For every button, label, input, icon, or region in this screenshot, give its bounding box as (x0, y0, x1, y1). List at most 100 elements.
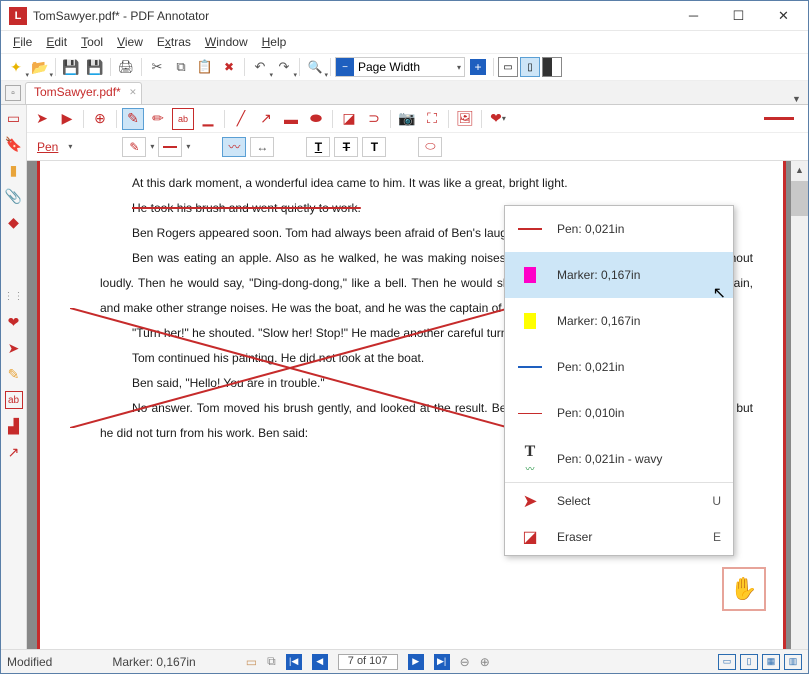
pressure-icon[interactable]: ⬭ (418, 137, 442, 157)
open-button[interactable]: 📂▾ (29, 56, 51, 78)
sb-heart-icon[interactable]: ❤ (5, 313, 23, 331)
copy-button[interactable]: ⧉ (170, 56, 192, 78)
pen-label[interactable]: Pen (37, 140, 58, 154)
rect-tool-icon[interactable]: ▬ (280, 108, 302, 130)
sb-layers-icon[interactable]: ◆ (5, 213, 23, 231)
layout-single[interactable]: ▭ (498, 57, 518, 77)
layout-continuous[interactable]: ▯ (520, 57, 540, 77)
favorites-tool-icon[interactable]: ❤▾ (487, 108, 509, 130)
zoom-value[interactable]: Page Width (354, 60, 454, 74)
textbox-tool-icon[interactable]: ab (172, 108, 194, 130)
sb-note-icon[interactable]: ▮ (5, 161, 23, 179)
image-tool-icon[interactable]: 🖼 (454, 108, 476, 130)
zoom-tool-icon[interactable]: ⊕ (89, 108, 111, 130)
page-number-field[interactable]: 7 of 107 (338, 654, 398, 670)
hand-tool-overlay[interactable]: ✋ (722, 567, 766, 611)
zoom-in-button[interactable]: + (467, 56, 489, 78)
popup-item-marker-yellow[interactable]: Marker: 0,167in (505, 298, 733, 344)
ellipse-tool-icon[interactable]: ⬬ (305, 108, 327, 130)
sb-attach-icon[interactable]: 📎 (5, 187, 23, 205)
view-mode-2[interactable]: ▯ (740, 654, 758, 670)
document-tab[interactable]: TomSawyer.pdf* ✕ (25, 82, 142, 104)
minimize-button[interactable]: ─ (671, 1, 716, 30)
pen-style-line[interactable]: ↔ (250, 137, 274, 157)
pen-tool-icon[interactable]: ✎ (122, 108, 144, 130)
sb-text-icon[interactable]: ab (5, 391, 23, 409)
popup-item-pen-wavy[interactable]: T〰 Pen: 0,021in - wavy (505, 436, 733, 482)
title-bar: L TomSawyer.pdf* - PDF Annotator ─ ☐ ✕ (1, 1, 808, 31)
close-button[interactable]: ✕ (761, 1, 806, 30)
text-strike-icon[interactable]: T (334, 137, 358, 157)
line-tool-icon[interactable]: ╱ (230, 108, 252, 130)
menu-view[interactable]: View (111, 33, 149, 51)
undo-button[interactable]: ↶▾ (249, 56, 271, 78)
select-tool2-icon[interactable]: ▶ (56, 108, 78, 130)
marker-tool-icon[interactable]: ✏ (147, 108, 169, 130)
text-underline-icon[interactable]: T (306, 137, 330, 157)
layout-two[interactable] (542, 57, 562, 77)
new-tab-button[interactable]: ▫ (5, 85, 21, 101)
paste-button[interactable]: 📋 (194, 56, 216, 78)
nav-back-icon[interactable]: ⊖ (460, 655, 470, 669)
view-mode-3[interactable]: ▦ (762, 654, 780, 670)
sb-page-icon[interactable]: ▭ (5, 109, 23, 127)
select-tool-icon[interactable]: ➤ (31, 108, 53, 130)
zoom-selector[interactable]: − Page Width ▾ (335, 57, 465, 77)
menu-file[interactable]: File (7, 33, 38, 51)
left-sidebar: ▭ 🔖 ▮ 📎 ◆ ⋮⋮ ❤ ➤ ✎ ab ▟ ↗ (1, 105, 27, 660)
save-as-button[interactable]: 💾 (84, 56, 106, 78)
delete-button[interactable]: ✖ (218, 56, 240, 78)
camera-tool-icon[interactable]: 📷 (396, 108, 418, 130)
menu-window[interactable]: Window (199, 33, 254, 51)
popup-item-pen-red[interactable]: Pen: 0,021in (505, 206, 733, 252)
menu-help[interactable]: Help (256, 33, 293, 51)
popup-item-marker-magenta[interactable]: Marker: 0,167in (505, 252, 733, 298)
menu-edit[interactable]: Edit (40, 33, 73, 51)
eraser-tool-icon[interactable]: ◪ (338, 108, 360, 130)
sb-cursor-icon[interactable]: ➤ (5, 339, 23, 357)
sb-arrow-icon[interactable]: ↗ (5, 443, 23, 461)
menu-extras[interactable]: Extras (151, 33, 197, 51)
view-mode-1[interactable]: ▭ (718, 654, 736, 670)
crop-tool-icon[interactable]: ⛶ (421, 108, 443, 130)
redo-button[interactable]: ↷▾ (273, 56, 295, 78)
text-wavy-icon[interactable]: T (362, 137, 386, 157)
nav-prev-button[interactable]: ◀ (312, 654, 328, 670)
popup-item-select[interactable]: ➤ Select U (505, 483, 733, 519)
pen-width-picker[interactable] (158, 137, 182, 157)
nav-first-button[interactable]: |◀ (286, 654, 302, 670)
lasso-tool-icon[interactable]: ⊃ (363, 108, 385, 130)
maximize-button[interactable]: ☐ (716, 1, 761, 30)
tab-overflow-button[interactable]: ▼ (792, 94, 808, 104)
status-copy-icon[interactable]: ⧉ (267, 654, 276, 669)
nav-next-button[interactable]: ▶ (408, 654, 424, 670)
zoom-out-icon[interactable]: − (336, 58, 354, 76)
popup-item-pen-blue[interactable]: Pen: 0,021in (505, 344, 733, 390)
sb-dots-icon[interactable]: ⋮⋮ (5, 287, 23, 305)
scroll-up-icon[interactable]: ▲ (791, 161, 808, 178)
pen-color-picker[interactable]: ✎ (122, 137, 146, 157)
popup-item-pen-thin[interactable]: Pen: 0,010in (505, 390, 733, 436)
save-button[interactable]: 💾 (60, 56, 82, 78)
arrow-tool-icon[interactable]: ↗ (255, 108, 277, 130)
nav-last-button[interactable]: ▶| (434, 654, 450, 670)
scroll-thumb[interactable] (791, 181, 808, 216)
sb-stamp-icon[interactable]: ▟ (5, 417, 23, 435)
underline-tool-icon[interactable]: ▁ (197, 108, 219, 130)
search-button[interactable]: 🔍▾ (304, 56, 326, 78)
menu-tool[interactable]: Tool (75, 33, 109, 51)
view-mode-4[interactable]: ▥ (784, 654, 802, 670)
sb-pencil-icon[interactable]: ✎ (5, 365, 23, 383)
popup-item-eraser[interactable]: ◪ Eraser E (505, 519, 733, 555)
vertical-scrollbar[interactable]: ▲ ▼ (791, 161, 808, 660)
sb-bookmark-icon[interactable]: 🔖 (5, 135, 23, 153)
new-button[interactable]: ✦▾ (5, 56, 27, 78)
status-page-icon[interactable]: ▭ (246, 655, 257, 669)
tab-close-icon[interactable]: ✕ (129, 87, 137, 98)
swatch-line-thin-icon (518, 413, 542, 414)
print-button[interactable]: 🖨 (115, 56, 137, 78)
cut-button[interactable]: ✂ (146, 56, 168, 78)
nav-fwd-icon[interactable]: ⊕ (480, 655, 490, 669)
pen-style-freehand[interactable]: 〰 (222, 137, 246, 157)
status-bar: Modified Marker: 0,167in ▭ ⧉ |◀ ◀ 7 of 1… (1, 649, 808, 673)
